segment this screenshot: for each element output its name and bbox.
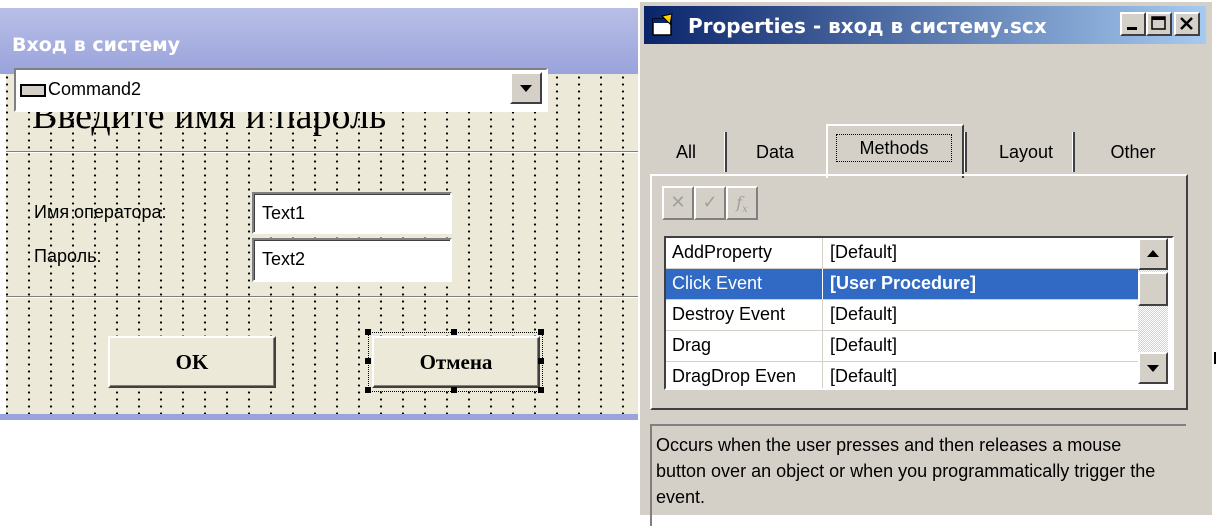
tab-other[interactable]: Other xyxy=(1094,130,1172,174)
tab-methods[interactable]: Methods xyxy=(826,124,964,178)
grid-row[interactable]: AddProperty [Default] xyxy=(666,238,1138,269)
maximize-button[interactable] xyxy=(1146,12,1172,36)
ok-button[interactable]: OK xyxy=(108,336,276,388)
object-dropdown-button[interactable] xyxy=(510,72,542,104)
form-title-bar[interactable]: Вход в систему xyxy=(0,8,645,74)
object-selector-value: Command2 xyxy=(48,79,142,99)
resize-handle-bottom-right[interactable] xyxy=(538,387,544,393)
properties-title: Properties - вход в систему.scx xyxy=(688,14,1047,38)
function-button[interactable]: fx xyxy=(726,186,758,220)
top-separator-line[interactable] xyxy=(6,151,639,153)
resize-handle-bottom-left[interactable] xyxy=(365,387,371,393)
grid-row-value: [User Procedure] xyxy=(830,273,977,293)
tab-data-label: Data xyxy=(755,142,795,162)
resize-handle-right[interactable] xyxy=(538,358,544,364)
grid-divider xyxy=(822,300,823,330)
methods-panel: ✕ ✓ fx AddProperty [Default] Click Event… xyxy=(650,174,1188,410)
accept-edit-button[interactable]: ✓ xyxy=(694,186,726,220)
grid-row-value: [Default] xyxy=(830,366,898,386)
grid-row-name: AddProperty xyxy=(672,242,773,262)
resize-handle-top-right[interactable] xyxy=(538,329,544,335)
grid-divider xyxy=(822,362,823,388)
tab-methods-label: Methods xyxy=(836,134,952,162)
grid-row[interactable]: DragDrop Even [Default] xyxy=(666,362,1138,388)
properties-title-bar[interactable]: Properties - вход в систему.scx xyxy=(644,6,1206,44)
tab-other-label: Other xyxy=(1110,142,1156,162)
password-input-value: Text2 xyxy=(262,249,306,269)
description-pane: Occurs when the user presses and then re… xyxy=(650,424,1186,526)
object-selector[interactable]: Command2 xyxy=(14,68,548,112)
grid-scrollbar[interactable] xyxy=(1138,238,1168,384)
tab-data[interactable]: Data xyxy=(740,130,810,174)
tab-all[interactable]: All xyxy=(662,130,710,174)
tab-layout-label: Layout xyxy=(998,142,1054,162)
form-title: Вход в систему xyxy=(12,34,181,56)
grid-divider xyxy=(822,269,823,299)
close-icon xyxy=(1180,17,1193,30)
grid-row[interactable]: Drag [Default] xyxy=(666,331,1138,362)
bottom-separator-line[interactable] xyxy=(6,296,639,298)
methods-grid[interactable]: AddProperty [Default] Click Event [User … xyxy=(664,236,1174,390)
close-button[interactable] xyxy=(1174,12,1200,36)
grid-row[interactable]: Destroy Event [Default] xyxy=(666,300,1138,331)
operator-input-value: Text1 xyxy=(262,203,306,223)
password-label[interactable]: Пароль: xyxy=(34,246,101,267)
grid-row-selected[interactable]: Click Event [User Procedure] xyxy=(666,269,1138,300)
grid-row-value: [Default] xyxy=(830,335,898,355)
chevron-down-icon xyxy=(520,85,532,92)
tab-layout[interactable]: Layout xyxy=(978,130,1074,174)
minimize-button[interactable] xyxy=(1120,12,1146,36)
resize-handle-top-left[interactable] xyxy=(365,329,371,335)
function-icon: fx xyxy=(736,193,748,216)
properties-icon xyxy=(652,13,673,36)
description-text: Occurs when the user presses and then re… xyxy=(656,435,1156,507)
grid-row-name: DragDrop Even xyxy=(672,366,797,386)
scroll-down-button[interactable] xyxy=(1138,352,1168,384)
scroll-thumb[interactable] xyxy=(1138,272,1168,306)
cancel-edit-button[interactable]: ✕ xyxy=(662,186,694,220)
grid-row-value: [Default] xyxy=(830,242,898,262)
scroll-up-button[interactable] xyxy=(1138,238,1168,270)
resize-handle-top[interactable] xyxy=(451,329,457,335)
form-bottom-border xyxy=(0,414,645,420)
resize-handle-bottom[interactable] xyxy=(451,387,457,393)
chevron-up-icon xyxy=(1147,250,1159,257)
cancel-icon: ✕ xyxy=(670,192,686,213)
minimize-icon xyxy=(1127,27,1137,30)
selection-outline xyxy=(368,332,543,392)
grid-row-value: [Default] xyxy=(830,304,898,324)
tab-all-label: All xyxy=(675,142,696,162)
command-button-icon xyxy=(20,84,46,97)
grid-row-name: Destroy Event xyxy=(672,304,786,324)
accept-icon: ✓ xyxy=(702,192,718,213)
resize-handle-left[interactable] xyxy=(365,358,371,364)
tab-divider xyxy=(724,132,727,172)
operator-input[interactable]: Text1 xyxy=(252,192,452,234)
tab-divider xyxy=(964,132,967,172)
ok-button-label: OK xyxy=(175,350,209,374)
divider-tick xyxy=(1214,352,1216,364)
tab-divider xyxy=(1072,132,1075,172)
grid-divider xyxy=(822,238,823,268)
grid-row-name: Drag xyxy=(672,335,712,355)
grid-divider xyxy=(822,331,823,361)
maximize-icon xyxy=(1151,16,1166,30)
operator-label[interactable]: Имя оператора: xyxy=(34,202,167,223)
grid-row-name: Click Event xyxy=(672,273,763,293)
chevron-down-icon xyxy=(1147,365,1159,372)
password-input[interactable]: Text2 xyxy=(252,238,452,282)
